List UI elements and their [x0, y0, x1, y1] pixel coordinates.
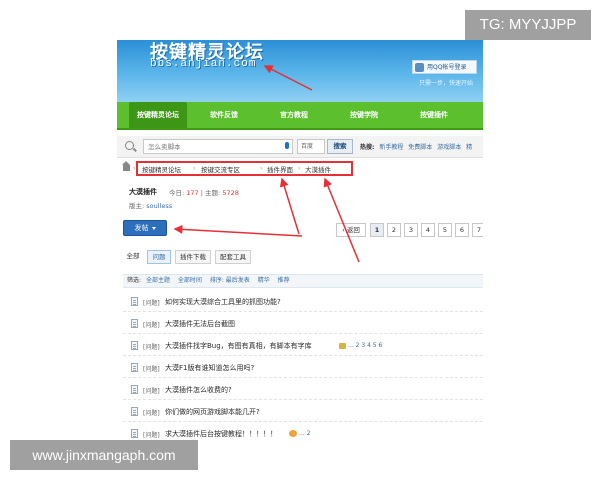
- annotation-arrows: [173, 65, 360, 263]
- forum-screenshot: 按键精灵论坛 bbs.anjian.com 用QQ帐号登录 只需一步，快速开始 …: [117, 40, 483, 440]
- arrow-to-logo: [263, 65, 313, 91]
- watermark-tg: TG: MYYJJPP: [465, 10, 591, 40]
- arrow-to-post-button: [173, 224, 303, 237]
- arrow-to-breadcrumb-2: [323, 177, 360, 263]
- watermark-url: www.jinxmangaph.com: [10, 440, 198, 470]
- arrow-to-breadcrumb-1: [279, 177, 300, 235]
